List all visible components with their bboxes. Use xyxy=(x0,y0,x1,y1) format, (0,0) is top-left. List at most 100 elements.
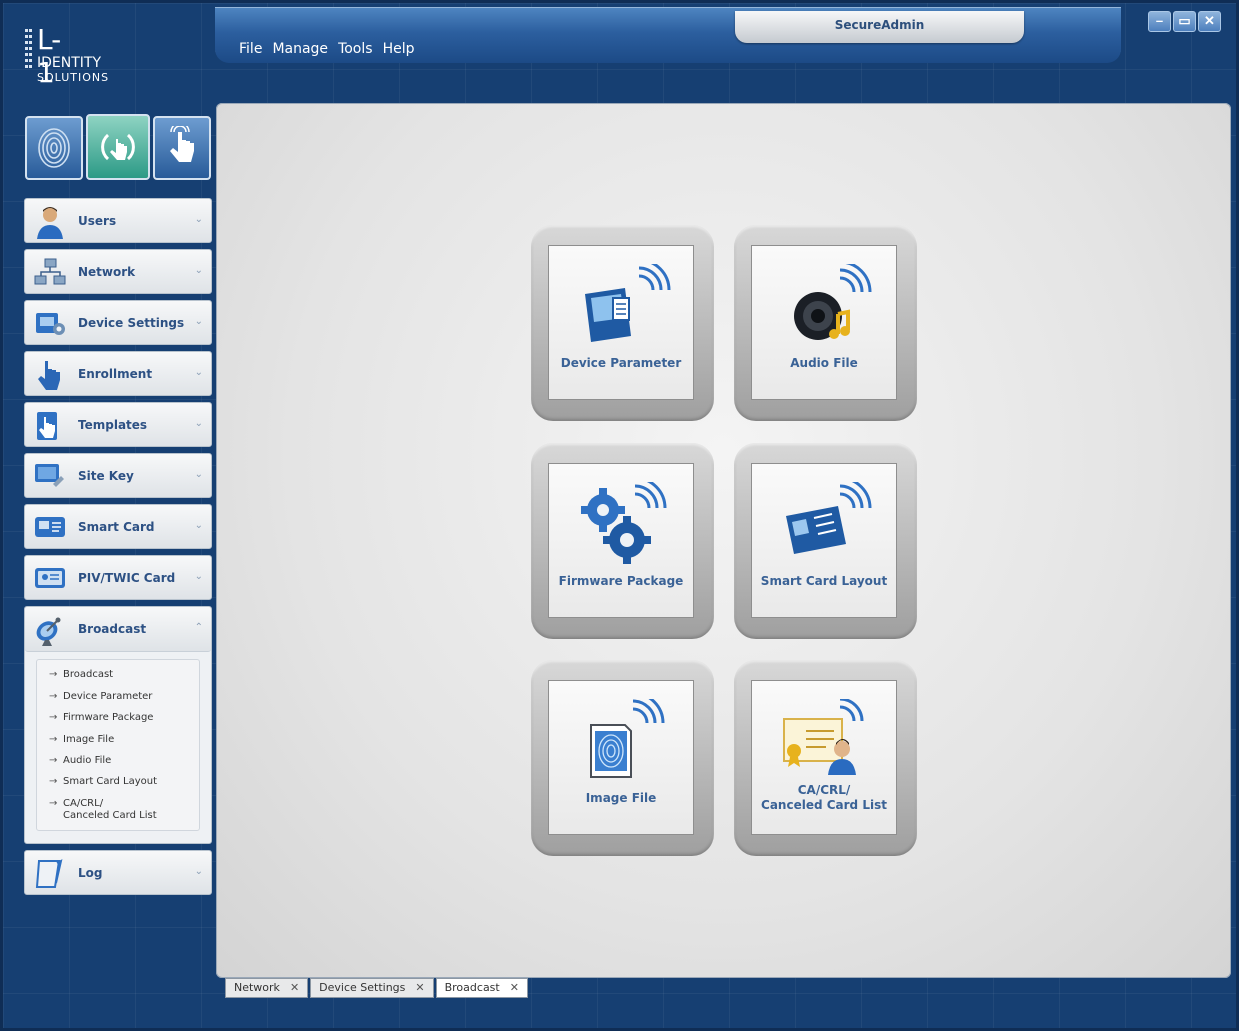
sidebar-item-users[interactable]: Users ⌄ xyxy=(24,198,212,243)
site-key-icon xyxy=(35,464,64,487)
chevron-down-icon: ⌄ xyxy=(194,265,203,276)
submenu-item-label: Image File xyxy=(63,734,115,745)
sidebar-item-broadcast[interactable]: Broadcast ⌃ xyxy=(25,607,211,652)
certificate-user-icon xyxy=(783,699,864,775)
sidebar-item-smart-card[interactable]: Smart Card ⌄ xyxy=(24,504,212,549)
submenu-item-smart-card-layout[interactable]: → Smart Card Layout xyxy=(49,776,157,787)
chevron-down-icon: ⌄ xyxy=(194,418,203,429)
menu-bar: File Manage Tools Help xyxy=(239,41,414,61)
log-icon xyxy=(35,859,63,888)
speaker-icon xyxy=(794,264,872,340)
broadcast-submenu: → Broadcast → Device Parameter → Firmware P… xyxy=(36,659,200,831)
tile-smart-card-layout[interactable]: Smart Card Layout xyxy=(734,443,917,639)
tile-face: Smart Card Layout xyxy=(751,463,897,618)
templates-icon xyxy=(37,412,57,440)
tab-device-settings[interactable]: Device Settings ✕ xyxy=(310,978,434,998)
minimize-button[interactable]: – xyxy=(1148,11,1171,32)
tile-label: Smart Card Layout xyxy=(760,574,888,588)
sidebar-item-enrollment[interactable]: Enrollment ⌄ xyxy=(24,351,212,396)
tab-label: Device Settings xyxy=(319,981,406,994)
user-icon xyxy=(37,207,63,239)
main-panel: Device Parameter Audio File Firmware Pac… xyxy=(216,103,1231,978)
fingerprint-image-icon xyxy=(590,699,665,778)
device-parameter-icon xyxy=(585,264,671,342)
broadcast-group: Broadcast ⌃ → Broadcast → Device Parameter… xyxy=(24,606,212,844)
tile-audio-file[interactable]: Audio File xyxy=(734,225,917,421)
network-icon xyxy=(34,258,66,285)
sidebar-item-site-key[interactable]: Site Key ⌄ xyxy=(24,453,212,498)
chevron-down-icon: ⌄ xyxy=(194,520,203,531)
sidebar-item-templates[interactable]: Templates ⌄ xyxy=(24,402,212,447)
tab-broadcast[interactable]: Broadcast ✕ xyxy=(435,978,528,998)
submenu-item-broadcast[interactable]: → Broadcast xyxy=(49,669,113,680)
close-icon[interactable]: ✕ xyxy=(290,981,299,994)
tile-device-parameter[interactable]: Device Parameter xyxy=(531,225,714,421)
sidebar: Users ⌄ Network ⌄ Device Settings ⌄ Enro… xyxy=(24,198,212,901)
chevron-down-icon: ⌄ xyxy=(194,214,203,225)
window-title: SecureAdmin xyxy=(735,11,1024,43)
menu-manage[interactable]: Manage xyxy=(272,41,328,61)
arrow-right-icon: → xyxy=(49,776,58,787)
arrow-right-icon: → xyxy=(49,712,58,723)
fingerprint-icon xyxy=(38,128,70,168)
tile-label: Firmware Package xyxy=(558,574,684,588)
tab-label: Network xyxy=(234,981,280,994)
submenu-item-firmware-package[interactable]: → Firmware Package xyxy=(49,712,153,723)
chevron-up-icon: ⌃ xyxy=(194,622,203,633)
sidebar-item-label: Site Key xyxy=(78,469,134,483)
touch-hand-icon xyxy=(170,126,194,162)
chevron-down-icon: ⌄ xyxy=(194,571,203,582)
touch-mode-button[interactable] xyxy=(153,116,211,180)
tile-label: Image File xyxy=(585,791,657,805)
tile-face: Firmware Package xyxy=(548,463,694,618)
tile-label: Audio File xyxy=(790,356,858,370)
submenu-item-ca-crl[interactable]: → CA/CRL/ Canceled Card List xyxy=(49,798,157,822)
sidebar-item-label: Log xyxy=(78,866,103,880)
sidebar-item-label: Users xyxy=(78,214,117,228)
logo-dots xyxy=(25,29,33,71)
sidebar-item-network[interactable]: Network ⌄ xyxy=(24,249,212,294)
submenu-item-image-file[interactable]: → Image File xyxy=(49,734,114,745)
tab-network[interactable]: Network ✕ xyxy=(225,978,309,998)
window-controls: – ▭ ✕ xyxy=(1148,11,1221,32)
submenu-item-device-parameter[interactable]: → Device Parameter xyxy=(49,691,152,702)
application-window: L-1 IDENTITY SOLUTIONS SecureAdmin File … xyxy=(0,0,1239,1031)
menu-help[interactable]: Help xyxy=(383,41,415,61)
menu-tools[interactable]: Tools xyxy=(338,41,373,61)
smart-card-icon xyxy=(35,517,65,537)
smart-card-layout-icon xyxy=(786,482,872,554)
submenu-item-label: CA/CRL/ Canceled Card List xyxy=(63,798,157,821)
arrow-right-icon: → xyxy=(49,734,58,745)
submenu-item-label: Device Parameter xyxy=(63,691,153,702)
tile-firmware-package[interactable]: Firmware Package xyxy=(531,443,714,639)
sidebar-item-label: Device Settings xyxy=(78,316,185,330)
sidebar-item-device-settings[interactable]: Device Settings ⌄ xyxy=(24,300,212,345)
menu-file[interactable]: File xyxy=(239,41,262,61)
chevron-down-icon: ⌄ xyxy=(194,469,203,480)
tile-label: Device Parameter xyxy=(560,356,682,370)
broadcast-mode-button[interactable] xyxy=(86,114,150,180)
sidebar-item-label: Templates xyxy=(78,418,148,432)
arrow-right-icon: → xyxy=(49,755,58,766)
tile-image-file[interactable]: Image File xyxy=(531,660,714,856)
submenu-item-audio-file[interactable]: → Audio File xyxy=(49,755,111,766)
arrow-right-icon: → xyxy=(49,669,58,680)
sidebar-item-label: PIV/TWIC Card xyxy=(78,571,176,585)
mode-buttons xyxy=(25,114,211,180)
sidebar-item-piv-twic-card[interactable]: PIV/TWIC Card ⌄ xyxy=(24,555,212,600)
broadcast-hand-icon xyxy=(101,133,135,161)
arrow-right-icon: → xyxy=(49,691,58,702)
sidebar-item-log[interactable]: Log ⌄ xyxy=(24,850,212,895)
device-settings-icon xyxy=(36,313,65,335)
fingerprint-mode-button[interactable] xyxy=(25,116,83,180)
close-button[interactable]: ✕ xyxy=(1198,11,1221,32)
tile-face: Image File xyxy=(548,680,694,835)
close-icon[interactable]: ✕ xyxy=(510,981,519,994)
sidebar-item-label: Broadcast xyxy=(78,622,147,636)
close-icon[interactable]: ✕ xyxy=(415,981,424,994)
maximize-button[interactable]: ▭ xyxy=(1173,11,1196,32)
logo-line1: IDENTITY xyxy=(37,55,102,71)
tab-label: Broadcast xyxy=(444,981,500,994)
chevron-down-icon: ⌄ xyxy=(194,316,203,327)
tile-ca-crl[interactable]: CA/CRL/ Canceled Card List xyxy=(734,660,917,856)
